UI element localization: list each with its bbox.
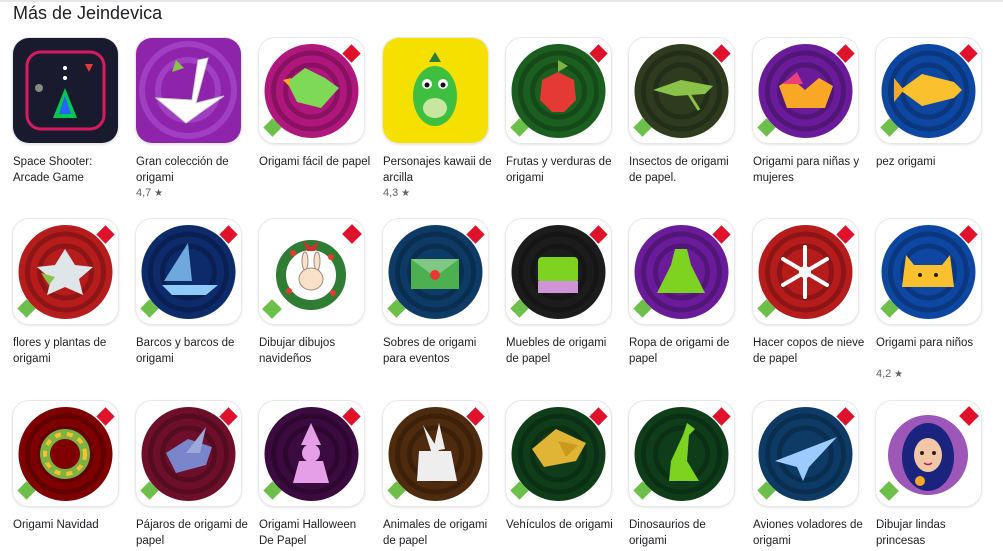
app-name[interactable]: Vehículos de origami (506, 518, 621, 534)
app-grid: Space Shooter: Arcade Game Gran colección… (0, 0, 1003, 550)
app-name[interactable]: Origami Navidad (13, 518, 128, 534)
app-name[interactable]: Insectos de origami de papel. (629, 155, 744, 186)
armchair-icon[interactable] (506, 219, 611, 324)
app-card[interactable]: Barcos y barcos de origami (136, 219, 251, 369)
space-shooter-icon[interactable] (13, 38, 118, 143)
app-card[interactable]: Ropa de origami de papel (629, 219, 744, 369)
rating-value: 4,2 (876, 368, 892, 380)
wreath-icon[interactable] (13, 401, 118, 506)
app-name[interactable]: Barcos y barcos de origami (136, 336, 251, 367)
app-card[interactable]: Hacer copos de nieve de papel (753, 219, 868, 369)
app-card[interactable]: Pájaros de origami de papel (136, 401, 251, 551)
app-card[interactable]: Dinosaurios de origami (629, 401, 744, 551)
app-card[interactable]: Dibujar lindas princesas (876, 401, 991, 551)
snowflake-icon[interactable] (753, 219, 858, 324)
bunny-wreath-icon[interactable] (259, 219, 364, 324)
app-rating: 4,7 ★ (136, 187, 163, 199)
app-card[interactable]: pez origami (876, 38, 991, 188)
app-name[interactable]: Animales de origami de papel (383, 518, 498, 549)
grasshopper-icon[interactable] (629, 38, 734, 143)
app-name[interactable]: Gran colección de origami (136, 155, 251, 186)
app-rating: 4,2 ★ (876, 368, 903, 380)
bird-icon[interactable] (136, 401, 241, 506)
app-name[interactable]: Origami Halloween De Papel (259, 518, 374, 549)
flower-icon[interactable] (13, 219, 118, 324)
app-card[interactable]: Personajes kawaii de arcilla 4,3 ★ (383, 38, 498, 199)
app-card[interactable]: Sobres de origami para eventos (383, 219, 498, 369)
app-name[interactable]: pez origami (876, 155, 991, 171)
app-rating: 4,3 ★ (383, 187, 410, 199)
app-card[interactable]: Aviones voladores de origami (753, 401, 868, 551)
app-name[interactable]: Dibujar lindas princesas (876, 518, 991, 549)
star-icon: ★ (398, 188, 411, 199)
app-card[interactable]: Origami fácil de papel (259, 38, 374, 188)
app-name[interactable]: Frutas y verduras de origami (506, 155, 621, 186)
fish-icon[interactable] (876, 38, 981, 143)
witch-icon[interactable] (259, 401, 364, 506)
app-card[interactable]: Origami para niños 4,2 ★ (876, 219, 991, 380)
paper-bird-icon[interactable] (259, 38, 364, 143)
app-card[interactable]: Origami Navidad (13, 401, 128, 551)
dinosaur-icon[interactable] (629, 401, 734, 506)
car-icon[interactable] (506, 401, 611, 506)
app-card[interactable]: Space Shooter: Arcade Game (13, 38, 128, 188)
app-name[interactable]: Origami para niños (876, 336, 991, 352)
app-card[interactable]: Origami para niñas y mujeres (753, 38, 868, 188)
apple-icon[interactable] (506, 38, 611, 143)
dress-icon[interactable] (629, 219, 734, 324)
app-name[interactable]: Muebles de origami de papel (506, 336, 621, 367)
app-name[interactable]: flores y plantas de origami (13, 336, 128, 367)
app-card[interactable]: flores y plantas de origami (13, 219, 128, 369)
app-name[interactable]: Origami para niñas y mujeres (753, 155, 868, 186)
app-name[interactable]: Dibujar dibujos navideños (259, 336, 374, 367)
dinosaur-clay-icon[interactable] (383, 38, 488, 143)
princess-icon[interactable] (876, 401, 981, 506)
app-name[interactable]: Origami fácil de papel (259, 155, 374, 171)
app-name[interactable]: Personajes kawaii de arcilla (383, 155, 498, 186)
app-card[interactable]: Animales de origami de papel (383, 401, 498, 551)
app-name[interactable]: Aviones voladores de origami (753, 518, 868, 549)
app-name[interactable]: Ropa de origami de papel (629, 336, 744, 367)
app-card[interactable]: Vehículos de origami (506, 401, 621, 551)
app-card[interactable]: Origami Halloween De Papel (259, 401, 374, 551)
cat-icon[interactable] (876, 219, 981, 324)
rating-value: 4,3 (383, 187, 399, 199)
envelope-icon[interactable] (383, 219, 488, 324)
app-name[interactable]: Space Shooter: Arcade Game (13, 155, 128, 186)
plane-icon[interactable] (753, 401, 858, 506)
crown-icon[interactable] (753, 38, 858, 143)
app-name[interactable]: Dinosaurios de origami (629, 518, 744, 549)
app-name[interactable]: Hacer copos de nieve de papel (753, 336, 868, 367)
app-card[interactable]: Frutas y verduras de origami (506, 38, 621, 188)
boat-icon[interactable] (136, 219, 241, 324)
app-card[interactable]: Dibujar dibujos navideños (259, 219, 374, 369)
rating-value: 4,7 (136, 187, 152, 199)
app-card[interactable]: Insectos de origami de papel. (629, 38, 744, 188)
swan-icon[interactable] (136, 38, 241, 143)
app-card[interactable]: Muebles de origami de papel (506, 219, 621, 369)
star-icon: ★ (891, 369, 904, 380)
star-icon: ★ (151, 188, 164, 199)
rabbit-icon[interactable] (383, 401, 488, 506)
app-card[interactable]: Gran colección de origami 4,7 ★ (136, 38, 251, 199)
app-name[interactable]: Sobres de origami para eventos (383, 336, 498, 367)
app-name[interactable]: Pájaros de origami de papel (136, 518, 251, 549)
